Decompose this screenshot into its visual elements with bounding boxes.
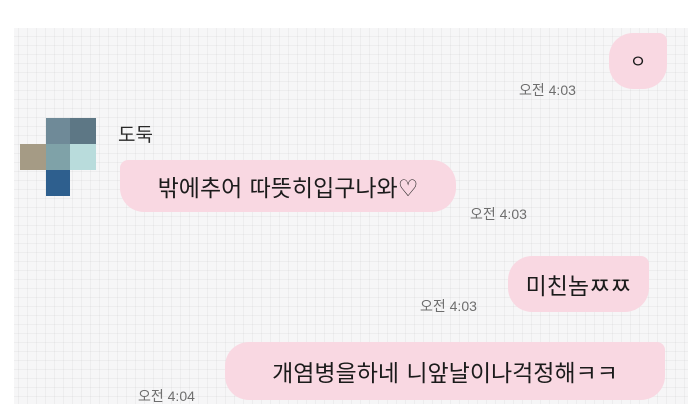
message-text: 개염병을하네 니앞날이나걱정해ㅋㅋ — [272, 361, 618, 387]
right-margin — [688, 0, 700, 404]
outgoing-message-bubble[interactable]: 미친놈ㅉㅉ — [508, 256, 649, 312]
pixelated-profile-icon[interactable] — [20, 118, 100, 198]
left-margin — [0, 0, 14, 404]
incoming-message-bubble[interactable]: 밖에추어 따뜻히입구나와♡ — [120, 160, 456, 212]
message-text: 밖에추어 따뜻히입구나와♡ — [157, 176, 419, 202]
message-time: 오전 4:04 — [138, 388, 195, 404]
message-text: ㅇ — [629, 52, 647, 73]
message-time: 오전 4:03 — [470, 206, 527, 222]
outgoing-message-bubble[interactable]: ㅇ — [609, 33, 667, 89]
outgoing-message-bubble[interactable]: 개염병을하네 니앞날이나걱정해ㅋㅋ — [225, 342, 665, 400]
sender-name: 도둑 — [118, 124, 153, 146]
message-text: 미친놈ㅉㅉ — [525, 274, 632, 300]
message-time: 오전 4:03 — [519, 82, 576, 98]
chat-window: ㅇ 오전 4:03 도둑 밖에추어 따뜻히입구나와♡ 오전 4:03 미친놈ㅉㅉ… — [0, 0, 700, 404]
top-margin — [0, 0, 700, 28]
message-time: 오전 4:03 — [420, 298, 477, 314]
